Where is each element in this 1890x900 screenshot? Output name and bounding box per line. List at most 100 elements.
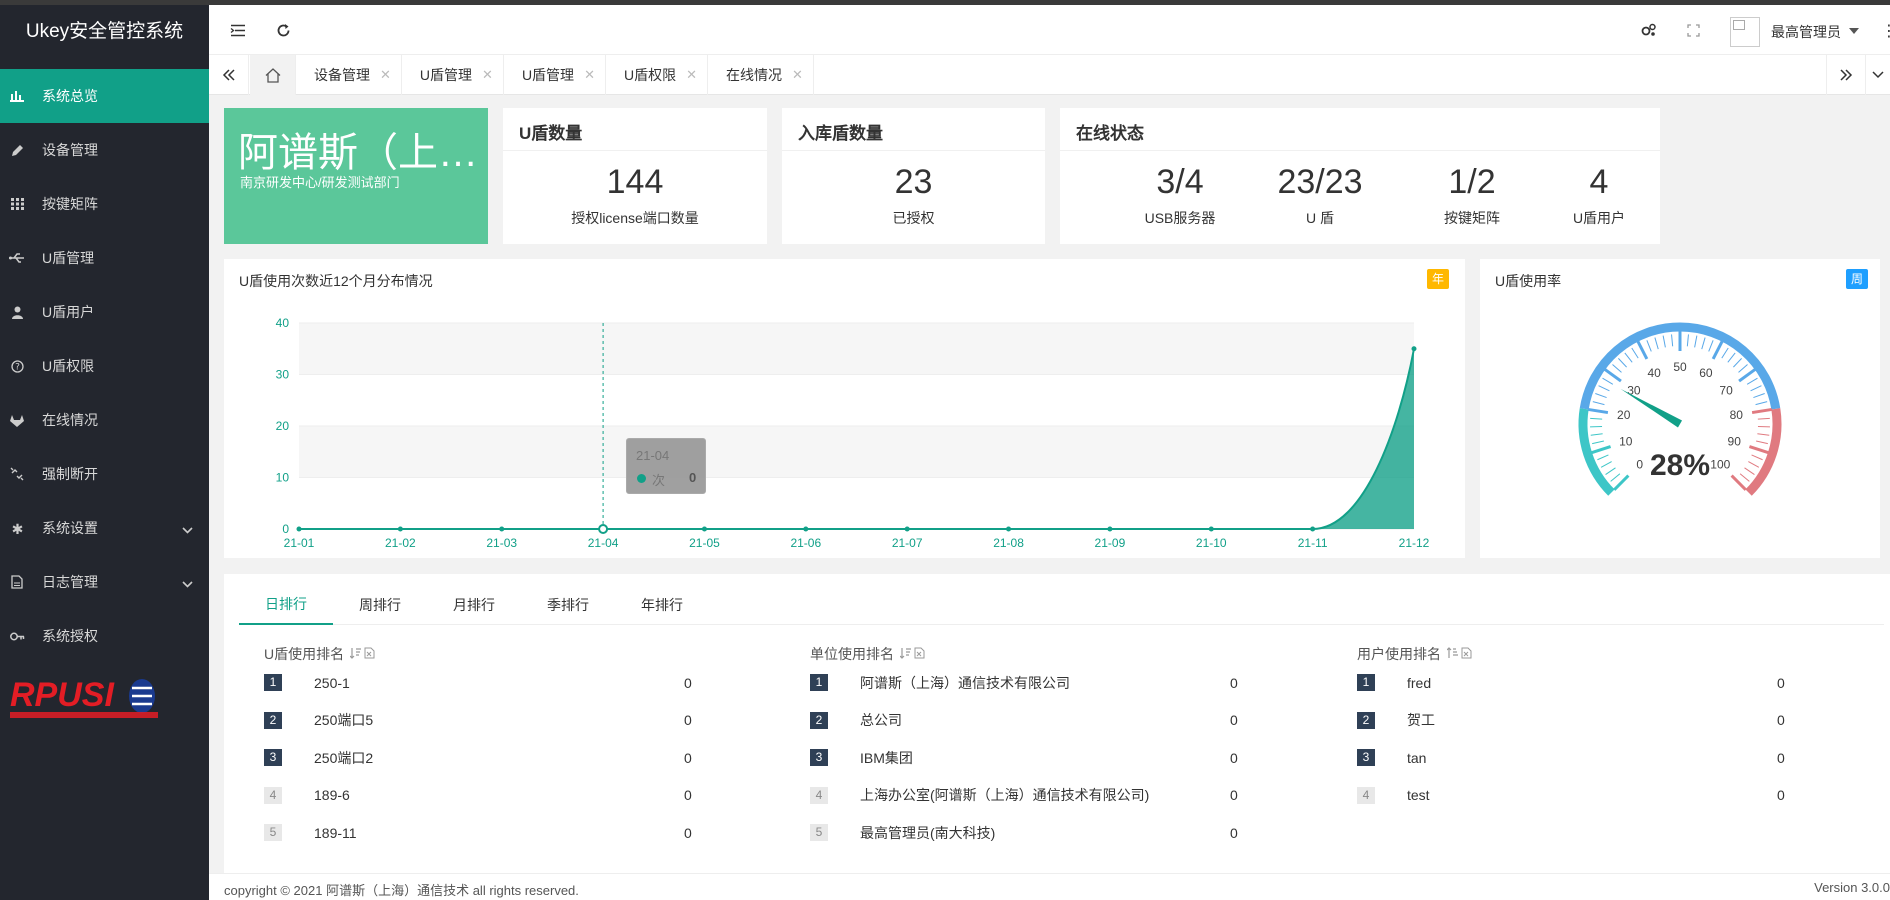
close-icon[interactable]: ✕ — [482, 67, 493, 83]
gauge-minor-tick — [1727, 352, 1736, 363]
tab-weekly-rank[interactable]: 周排行 — [333, 585, 427, 625]
grid-band — [299, 426, 1414, 478]
close-icon[interactable]: ✕ — [380, 67, 391, 83]
usage-area-chart: 0 10 20 30 40 21-01 21-02 21-03 21-04 21-05 21-06 2… — [276, 316, 1430, 550]
list-item[interactable]: 3 tan 0 — [1357, 739, 1787, 777]
tab-quarterly-rank[interactable]: 季排行 — [521, 585, 615, 625]
data-point — [701, 526, 707, 532]
list-item[interactable]: 4 test 0 — [1357, 777, 1787, 815]
list-item[interactable]: 3 IBM集团 0 — [810, 739, 1240, 777]
tab-scroll-right-icon[interactable] — [1826, 55, 1866, 95]
tab-menu-chevron-icon[interactable] — [1866, 55, 1890, 95]
list-item[interactable]: 2 贺工 0 — [1357, 702, 1787, 740]
close-icon[interactable]: ✕ — [792, 67, 803, 83]
sidebar-item-permission[interactable]: ? U盾权限 — [0, 339, 209, 393]
sort-icon[interactable] — [349, 646, 362, 662]
bar-chart-icon — [8, 90, 26, 102]
list-item[interactable]: 2 250端口5 0 — [264, 702, 694, 740]
data-point — [803, 526, 809, 532]
list-item[interactable]: 3 250端口2 0 — [264, 739, 694, 777]
list-item[interactable]: 2 总公司 0 — [810, 702, 1240, 740]
pencil-icon — [8, 144, 26, 157]
tab-yearly-rank[interactable]: 年排行 — [615, 585, 709, 625]
company-dept: 南京研发中心/研发测试部门 — [240, 175, 400, 190]
fullscreen-icon[interactable] — [1682, 19, 1704, 41]
list-item[interactable]: 4 上海办公室(阿谱斯（上海）通信技术有限公司) 0 — [810, 777, 1240, 815]
user-name[interactable]: 最高管理员 — [1771, 22, 1841, 42]
rank-value: 0 — [684, 712, 692, 729]
gauge-minor-tick — [1602, 377, 1614, 385]
gauge-minor-tick — [1605, 467, 1616, 476]
sidebar-item-ukey[interactable]: U盾管理 — [0, 231, 209, 285]
ranking-title: 单位使用排名 — [810, 646, 894, 662]
gauge-minor-tick — [1748, 461, 1760, 468]
rank-number: 3 — [264, 749, 282, 767]
sort-icon[interactable] — [1446, 646, 1458, 662]
stored-count-card: 入库盾数量 23 已授权 — [782, 108, 1045, 244]
tab-ukey-permission[interactable]: U盾权限 ✕ — [606, 55, 708, 95]
sidebar-item-device[interactable]: 设备管理 — [0, 123, 209, 177]
tab-daily-rank[interactable]: 日排行 — [239, 585, 333, 625]
data-point — [1310, 526, 1316, 532]
gauge-minor-tick — [1654, 337, 1659, 350]
data-point — [1107, 526, 1113, 532]
gauge-major-tick — [1587, 407, 1609, 415]
list-item[interactable]: 5 最高管理员(南大科技) 0 — [810, 814, 1240, 852]
grid-icon — [8, 198, 26, 210]
tab-monthly-rank[interactable]: 月排行 — [427, 585, 521, 625]
gauge-minor-tick — [1733, 358, 1742, 368]
list-item[interactable]: 1 fred 0 — [1357, 664, 1787, 702]
tab-scroll-left-icon[interactable] — [209, 55, 249, 95]
gauge-minor-tick — [1631, 347, 1639, 359]
data-point — [904, 526, 910, 532]
refresh-icon[interactable] — [272, 19, 294, 41]
rank-value: 0 — [1230, 712, 1238, 729]
hover-point — [598, 524, 609, 534]
caret-down-icon[interactable] — [1849, 28, 1859, 34]
data-point — [499, 526, 505, 532]
tab-ukey-management[interactable]: U盾管理 ✕ — [402, 55, 504, 95]
theme-settings-icon[interactable] — [1638, 19, 1660, 41]
stat-value: 23 — [894, 163, 933, 201]
close-icon[interactable]: ✕ — [584, 67, 595, 83]
tab-online-status[interactable]: 在线情况 ✕ — [708, 55, 814, 95]
list-item[interactable]: 5 189-11 0 — [264, 814, 694, 852]
ranking-tabs: 日排行 周排行 月排行 季排行 年排行 — [239, 585, 1884, 625]
rank-value: 0 — [1230, 674, 1238, 691]
sidebar-item-settings[interactable]: ✱ 系统设置 — [0, 501, 209, 555]
tab-device-management[interactable]: 设备管理 ✕ — [296, 55, 402, 95]
sidebar-item-logs[interactable]: 日志管理 — [0, 555, 209, 609]
sidebar-item-matrix[interactable]: 按键矩阵 — [0, 177, 209, 231]
list-item[interactable]: 1 阿谱斯（上海）通信技术有限公司 0 — [810, 664, 1240, 702]
gauge-minor-tick — [1757, 433, 1770, 436]
export-icon[interactable] — [914, 646, 925, 662]
tab-home[interactable] — [250, 55, 296, 95]
sidebar-item-overview[interactable]: 系统总览 — [0, 69, 209, 123]
sidebar-item-online[interactable]: 在线情况 — [0, 393, 209, 447]
avatar[interactable] — [1730, 17, 1760, 47]
gauge-minor-tick — [1590, 433, 1603, 436]
rank-value: 0 — [684, 824, 692, 841]
gauge-tick-label: 100 — [1710, 457, 1730, 471]
stat-label: 授权license端口数量 — [571, 210, 699, 226]
sort-icon[interactable] — [899, 646, 911, 662]
gauge-minor-tick — [1624, 352, 1633, 363]
gauge-minor-tick — [1744, 467, 1755, 476]
list-item[interactable]: 1 250-1 0 — [264, 664, 694, 702]
export-icon[interactable] — [364, 646, 375, 662]
export-icon[interactable] — [1461, 646, 1472, 662]
menu-toggle-icon[interactable] — [227, 19, 249, 41]
x-tick-label: 21-03 — [486, 536, 517, 550]
more-vertical-icon[interactable]: ⋮ — [1881, 21, 1890, 41]
sidebar-item-disconnect[interactable]: 强制断开 — [0, 447, 209, 501]
gauge-minor-tick — [1610, 473, 1621, 482]
tab-ukey-management-2[interactable]: U盾管理 ✕ — [504, 55, 606, 95]
list-item[interactable]: 4 189-6 0 — [264, 777, 694, 815]
online-stat-usb: 3/4 USB服务器 — [1115, 160, 1245, 228]
gauge-minor-tick — [1739, 473, 1750, 482]
sidebar-item-license[interactable]: 系统授权 — [0, 609, 209, 663]
gauge-minor-tick — [1701, 337, 1706, 350]
sidebar-item-ukey-user[interactable]: U盾用户 — [0, 285, 209, 339]
close-icon[interactable]: ✕ — [686, 67, 697, 83]
online-stat-matrix: 1/2 按键矩阵 — [1407, 160, 1537, 228]
